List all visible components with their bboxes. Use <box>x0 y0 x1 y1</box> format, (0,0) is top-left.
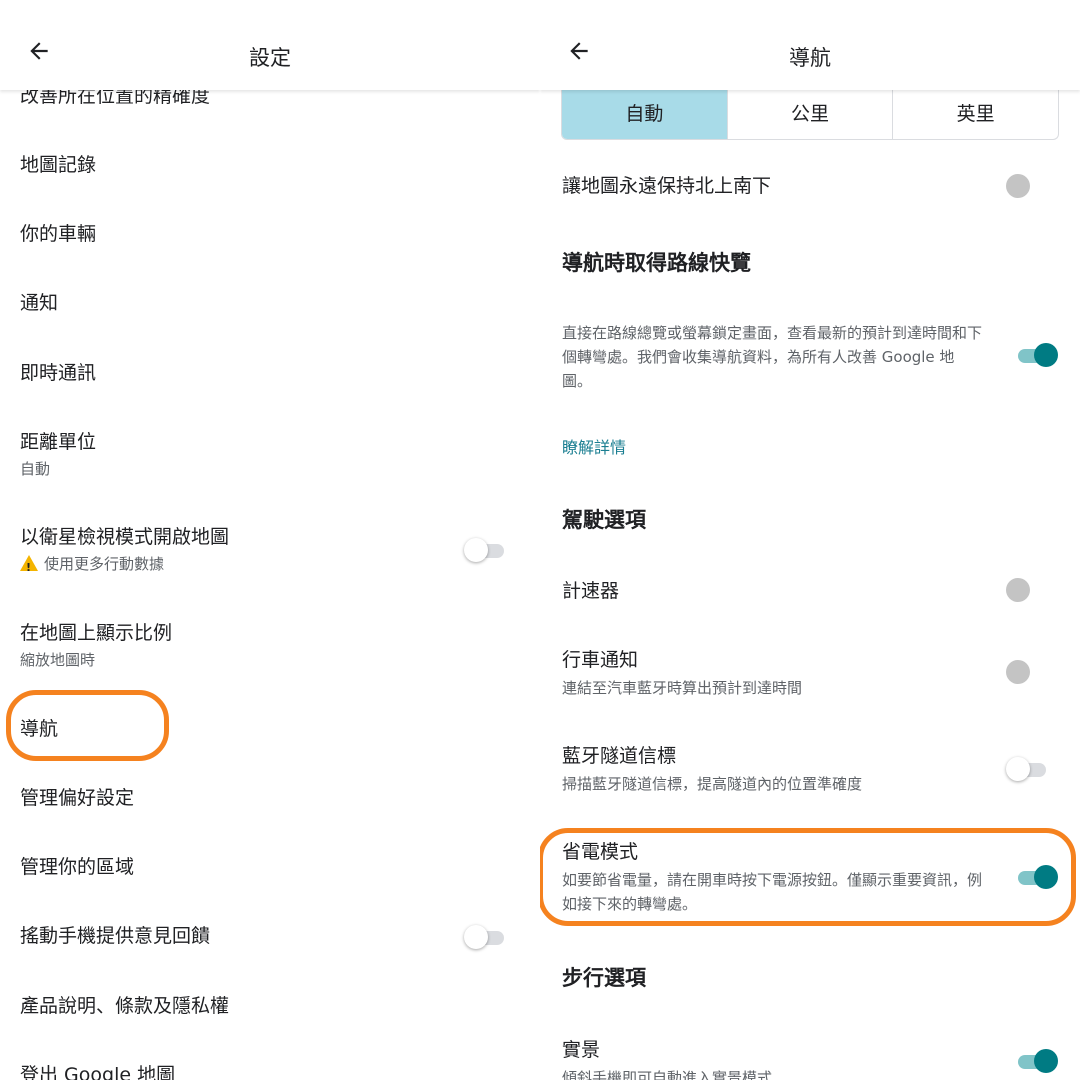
settings-item-distance-units[interactable]: 距離單位 自動 <box>20 428 96 480</box>
bluetooth-beacons-setting[interactable]: 藍牙隧道信標 掃描藍牙隧道信標，提高隧道內的位置準確度 <box>562 742 862 796</box>
item-subtitle: 傾斜手機即可自動進入實景模式 <box>562 1069 773 1080</box>
toggle-thumb <box>1006 660 1030 684</box>
item-label: 實景 <box>562 1039 601 1061</box>
settings-item-navigation[interactable]: 導航 <box>20 715 58 743</box>
north-up-setting[interactable]: 讓地圖永遠保持北上南下 <box>562 172 771 200</box>
item-label: 導航 <box>20 718 59 740</box>
power-saving-toggle[interactable] <box>1014 862 1058 892</box>
settings-item-map-history[interactable]: 地圖記錄 <box>20 151 96 179</box>
settings-item-help-terms[interactable]: 產品說明、條款及隱私權 <box>20 992 229 1020</box>
settings-item-messaging[interactable]: 即時通訊 <box>20 359 96 387</box>
page-title: 導航 <box>789 46 831 70</box>
item-label: 計速器 <box>562 580 620 602</box>
unit-option-km[interactable]: 公里 <box>728 86 894 139</box>
item-label: 行車通知 <box>562 649 639 671</box>
item-subtitle: 使用更多行動數據 <box>20 553 229 579</box>
drive-notifications-setting[interactable]: 行車通知 連結至汽車藍牙時算出預計到達時間 <box>562 646 802 700</box>
power-saving-setting[interactable]: 省電模式 如要節省電量，請在開車時按下電源按鈕。僅顯示重要資訊，例如接下來的轉彎… <box>562 838 982 916</box>
item-subtitle: 掃描藍牙隧道信標，提高隧道內的位置準確度 <box>562 775 863 793</box>
item-label: 地圖記錄 <box>20 154 97 176</box>
speedometer-setting[interactable]: 計速器 <box>562 577 619 605</box>
item-label: 距離單位 <box>20 431 97 453</box>
walking-options-header: 步行選項 <box>562 966 646 990</box>
item-subtitle: 如要節省電量，請在開車時按下電源按鈕。僅顯示重要資訊，例如接下來的轉彎處。 <box>562 871 983 913</box>
toggle-thumb <box>1034 865 1058 889</box>
learn-more-link[interactable]: 瞭解詳情 <box>562 434 626 458</box>
item-label: 管理偏好設定 <box>20 787 135 809</box>
settings-item-shake-feedback[interactable]: 搖動手機提供意見回饋 <box>20 922 210 950</box>
item-label: 讓地圖永遠保持北上南下 <box>562 175 772 197</box>
item-label: 你的車輛 <box>20 223 97 245</box>
item-description: 直接在路線總覽或螢幕鎖定畫面，查看最新的預計到達時間和下個轉彎處。我們會收集導航… <box>562 324 983 390</box>
toggle-thumb <box>1006 578 1030 602</box>
toggle-thumb <box>1006 174 1030 198</box>
toggle-thumb <box>464 538 488 562</box>
distance-unit-selector: 自動 公里 英里 <box>561 86 1059 140</box>
settings-item-your-vehicle[interactable]: 你的車輛 <box>20 220 96 248</box>
settings-screen: 設定 改善所在位置的精確度 地圖記錄 你的車輛 通知 即時通訊 距離單位 自動 … <box>0 0 540 1080</box>
item-subtitle: 自動 <box>20 460 51 478</box>
item-label: 管理你的區域 <box>20 856 135 878</box>
warning-text: 使用更多行動數據 <box>44 555 165 573</box>
item-label: 藍牙隧道信標 <box>562 745 677 767</box>
warning-icon <box>20 555 38 579</box>
settings-item-satellite-view[interactable]: 以衛星檢視模式開啟地圖 使用更多行動數據 <box>20 523 230 579</box>
toggle-thumb <box>464 925 488 949</box>
unit-option-auto[interactable]: 自動 <box>562 86 728 139</box>
item-label: 產品說明、條款及隱私權 <box>20 995 230 1017</box>
navigation-app-bar: 導航 <box>540 0 1080 90</box>
live-view-toggle[interactable] <box>1014 1046 1058 1076</box>
route-overview-setting[interactable]: 直接在路線總覽或螢幕鎖定畫面，查看最新的預計到達時間和下個轉彎處。我們會收集導航… <box>562 319 982 393</box>
shake-feedback-toggle[interactable] <box>464 922 508 952</box>
settings-item-manage-areas[interactable]: 管理你的區域 <box>20 853 134 881</box>
speedometer-toggle[interactable] <box>1006 575 1050 605</box>
toggle-thumb <box>1034 343 1058 367</box>
north-up-toggle[interactable] <box>1006 171 1050 201</box>
item-label: 以衛星檢視模式開啟地圖 <box>20 526 230 548</box>
item-label: 搖動手機提供意見回饋 <box>20 925 211 947</box>
driving-options-header: 駕駛選項 <box>562 508 646 532</box>
navigation-settings-screen: 導航 自動 公里 英里 讓地圖永遠保持北上南下 導航時取得路線快覽 直接在路線總… <box>540 0 1080 1080</box>
item-subtitle: 連結至汽車藍牙時算出預計到達時間 <box>562 679 803 697</box>
satellite-view-toggle[interactable] <box>464 535 508 565</box>
route-overview-toggle[interactable] <box>1014 340 1058 370</box>
route-overview-header: 導航時取得路線快覽 <box>562 251 751 275</box>
settings-item-manage-preferences[interactable]: 管理偏好設定 <box>20 784 134 812</box>
drive-notifications-toggle[interactable] <box>1006 657 1050 687</box>
item-label: 即時通訊 <box>20 362 97 384</box>
bluetooth-beacons-toggle[interactable] <box>1006 754 1050 784</box>
item-label: 登出 Google 地圖 <box>20 1064 176 1080</box>
settings-item-sign-out[interactable]: 登出 Google 地圖 <box>20 1061 175 1080</box>
item-label: 在地圖上顯示比例 <box>20 622 173 644</box>
live-view-setting[interactable]: 實景 傾斜手機即可自動進入實景模式 <box>562 1036 772 1080</box>
page-title: 設定 <box>249 46 291 70</box>
settings-app-bar: 設定 <box>0 0 540 90</box>
item-subtitle: 縮放地圖時 <box>20 651 96 669</box>
settings-item-notifications[interactable]: 通知 <box>20 289 58 317</box>
settings-item-show-scale[interactable]: 在地圖上顯示比例 縮放地圖時 <box>20 619 172 671</box>
toggle-thumb <box>1006 757 1030 781</box>
item-label: 通知 <box>20 292 59 314</box>
item-label: 省電模式 <box>562 841 639 863</box>
unit-option-miles[interactable]: 英里 <box>893 86 1058 139</box>
toggle-thumb <box>1034 1049 1058 1073</box>
